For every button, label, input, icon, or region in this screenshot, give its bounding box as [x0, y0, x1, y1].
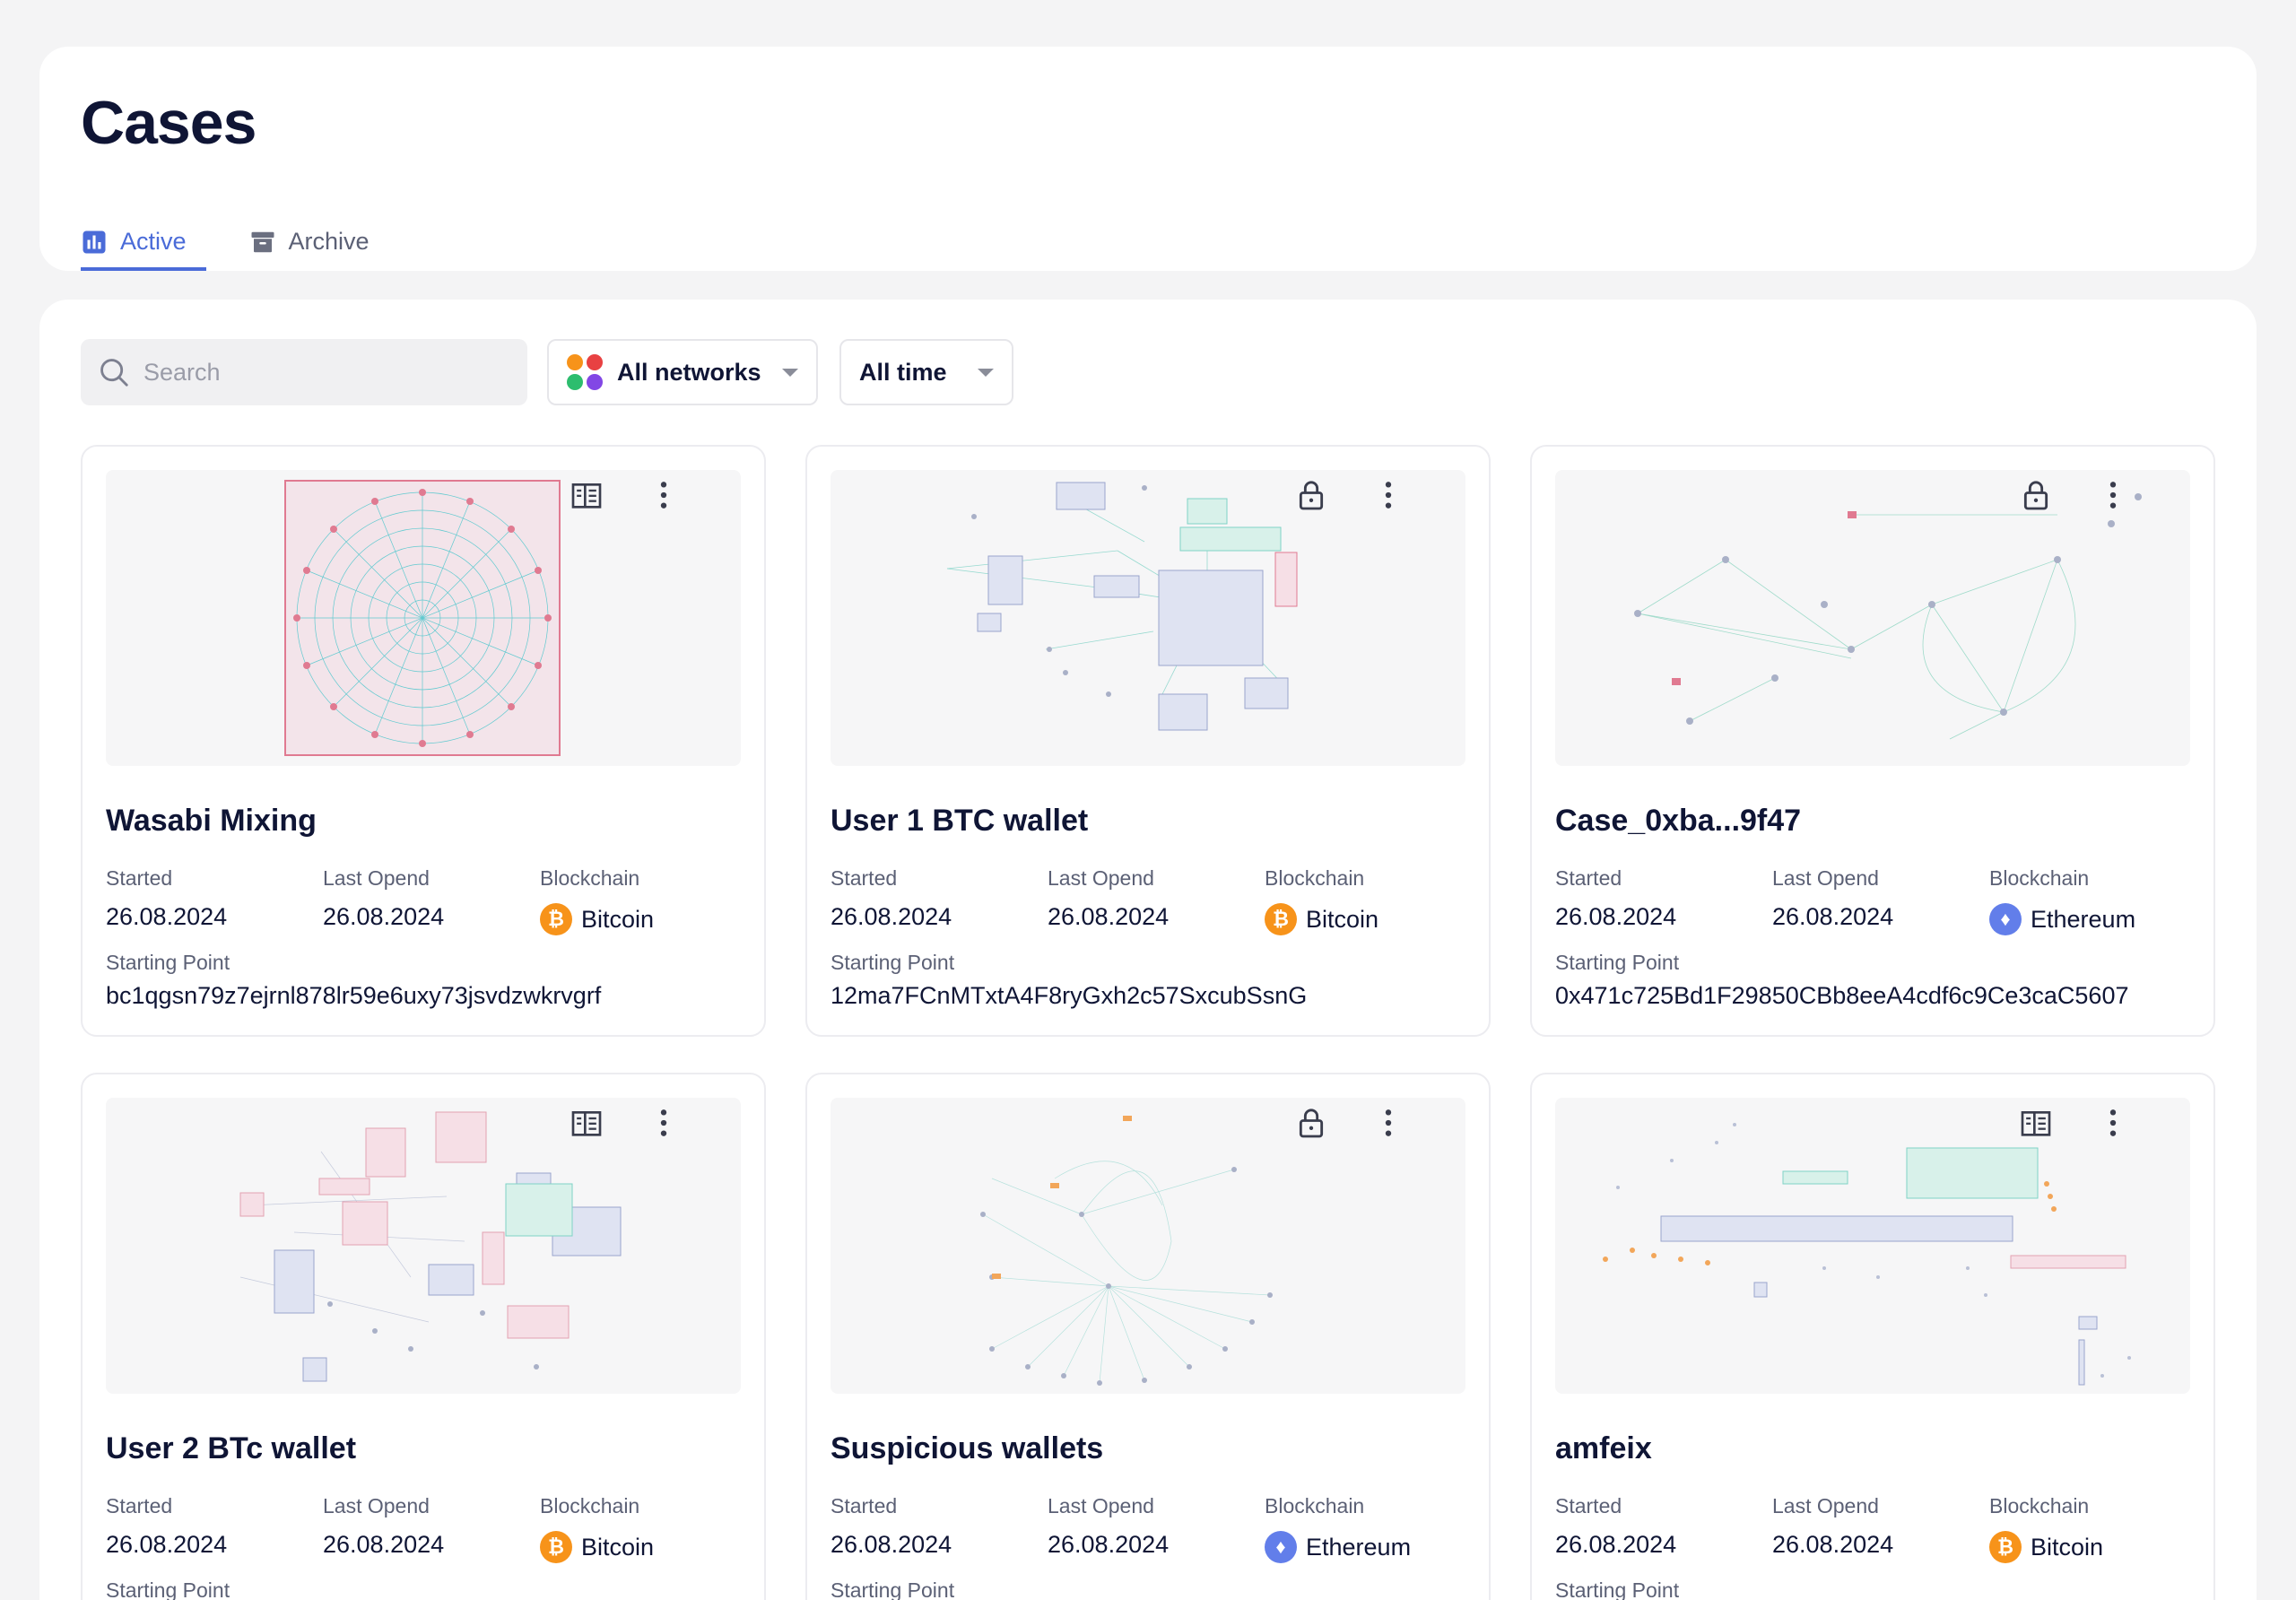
lock-icon[interactable] — [1292, 475, 1331, 515]
caret-down-icon — [782, 368, 798, 377]
started-label: Started — [1555, 1494, 1622, 1517]
case-card[interactable]: Case_0xba...9f47 Started 26.08.2024 Last … — [1530, 445, 2215, 1037]
started-value: 26.08.2024 — [831, 903, 952, 930]
ethereum-icon: ♦ — [1265, 1531, 1297, 1563]
blockchain-value: Bitcoin — [581, 905, 655, 933]
blockchain-value: Bitcoin — [581, 1533, 655, 1561]
last-opened-label: Last Opend — [1048, 1494, 1154, 1517]
started-value: 26.08.2024 — [831, 1531, 952, 1558]
last-opened-label: Last Opend — [323, 866, 430, 890]
bar-chart-icon — [83, 230, 106, 254]
lock-icon[interactable] — [1292, 1103, 1331, 1143]
ethereum-icon: ♦ — [1989, 903, 2022, 935]
started-label: Started — [1555, 866, 1622, 890]
last-opened-value: 26.08.2024 — [1048, 903, 1170, 930]
started-value: 26.08.2024 — [106, 903, 228, 930]
networks-dropdown[interactable]: All networks — [547, 339, 818, 405]
last-opened-value: 26.08.2024 — [323, 1531, 445, 1558]
starting-point-label: Starting Point — [1555, 951, 1680, 974]
started-label: Started — [106, 1494, 173, 1517]
building-icon[interactable] — [567, 1103, 606, 1143]
blockchain-label: Blockchain — [1989, 866, 2090, 890]
case-card[interactable]: Wasabi Mixing Started 26.08.2024 Last Ope… — [81, 445, 766, 1037]
networks-dots-icon — [567, 354, 603, 390]
started-label: Started — [831, 1494, 898, 1517]
caret-down-icon — [978, 368, 994, 377]
last-opened-value: 26.08.2024 — [1772, 903, 1894, 930]
bitcoin-icon: ₿ — [540, 1531, 572, 1563]
lock-icon[interactable] — [2016, 475, 2056, 515]
starting-point-value: bc1qgsn79z7ejrnl878lr59e6uxy73jsvdzwkrvg… — [106, 982, 602, 1009]
starting-point-label: Starting Point — [1555, 1578, 1680, 1600]
case-title: Wasabi Mixing — [106, 804, 317, 838]
starting-point-label: Starting Point — [831, 1578, 955, 1600]
case-title: User 1 BTC wallet — [831, 804, 1089, 838]
tab-archive-label: Archive — [288, 228, 370, 255]
time-dropdown[interactable]: All time — [839, 339, 1013, 405]
blockchain-label: Blockchain — [540, 1494, 640, 1517]
case-card[interactable]: User 2 BTc wallet Started 26.08.2024 Last… — [81, 1073, 766, 1600]
building-icon[interactable] — [567, 475, 606, 515]
started-label: Started — [106, 866, 173, 890]
last-opened-value: 26.08.2024 — [323, 903, 445, 930]
bitcoin-icon: ₿ — [1265, 903, 1297, 935]
more-vertical-icon[interactable] — [1369, 475, 1408, 515]
blockchain-value: Bitcoin — [1306, 905, 1379, 933]
header-panel: Cases Active Archive — [39, 47, 2257, 271]
case-card[interactable]: amfeix Started 26.08.2024 Last Opend 26.08… — [1530, 1073, 2215, 1600]
case-title: Case_0xba...9f47 — [1555, 804, 1802, 838]
more-vertical-icon[interactable] — [644, 1103, 683, 1143]
tab-active-label: Active — [120, 228, 187, 255]
last-opened-value: 26.08.2024 — [1048, 1531, 1170, 1558]
search-box — [81, 339, 527, 405]
blockchain-label: Blockchain — [1989, 1494, 2090, 1517]
blockchain-label: Blockchain — [1265, 866, 1365, 890]
starting-point-value: 12ma7FCnMTxtA4F8ryGxh2c57SxcubSsnG — [831, 982, 1308, 1009]
case-title: Suspicious wallets — [831, 1431, 1104, 1465]
tab-bar: Active Archive — [81, 213, 413, 271]
started-value: 26.08.2024 — [1555, 903, 1677, 930]
archive-icon — [251, 231, 274, 253]
starting-point-label: Starting Point — [831, 951, 955, 974]
last-opened-label: Last Opend — [1772, 866, 1879, 890]
more-vertical-icon[interactable] — [644, 475, 683, 515]
more-vertical-icon[interactable] — [2093, 1103, 2133, 1143]
started-value: 26.08.2024 — [106, 1531, 228, 1558]
blockchain-label: Blockchain — [1265, 1494, 1365, 1517]
case-title: User 2 BTc wallet — [106, 1431, 357, 1465]
starting-point-value: 0x471c725Bd1F29850CBb8eeA4cdf6c9Ce3caC56… — [1555, 982, 2129, 1009]
blockchain-value: Ethereum — [2031, 905, 2136, 933]
more-vertical-icon[interactable] — [2093, 475, 2133, 515]
tab-archive[interactable]: Archive — [249, 213, 370, 271]
started-value: 26.08.2024 — [1555, 1531, 1677, 1558]
starting-point-label: Starting Point — [106, 951, 230, 974]
case-card[interactable]: Suspicious wallets Started 26.08.2024 Las… — [805, 1073, 1491, 1600]
last-opened-value: 26.08.2024 — [1772, 1531, 1894, 1558]
search-icon — [100, 359, 128, 387]
time-dropdown-label: All time — [859, 358, 947, 386]
search-input[interactable] — [144, 358, 502, 387]
tab-active[interactable]: Active — [81, 213, 206, 271]
case-title: amfeix — [1555, 1431, 1652, 1465]
blockchain-label: Blockchain — [540, 866, 640, 890]
content-panel: All networks All time — [39, 300, 2257, 1600]
blockchain-value: Bitcoin — [2031, 1533, 2104, 1561]
building-icon[interactable] — [2016, 1103, 2056, 1143]
last-opened-label: Last Opend — [1048, 866, 1154, 890]
started-label: Started — [831, 866, 898, 890]
bitcoin-icon: ₿ — [540, 903, 572, 935]
last-opened-label: Last Opend — [1772, 1494, 1879, 1517]
page-title: Cases — [81, 89, 257, 157]
starting-point-label: Starting Point — [106, 1578, 230, 1600]
more-vertical-icon[interactable] — [1369, 1103, 1408, 1143]
networks-dropdown-label: All networks — [617, 358, 761, 386]
last-opened-label: Last Opend — [323, 1494, 430, 1517]
blockchain-value: Ethereum — [1306, 1533, 1412, 1561]
case-card[interactable]: User 1 BTC wallet Started 26.08.2024 Last… — [805, 445, 1491, 1037]
bitcoin-icon: ₿ — [1989, 1531, 2022, 1563]
